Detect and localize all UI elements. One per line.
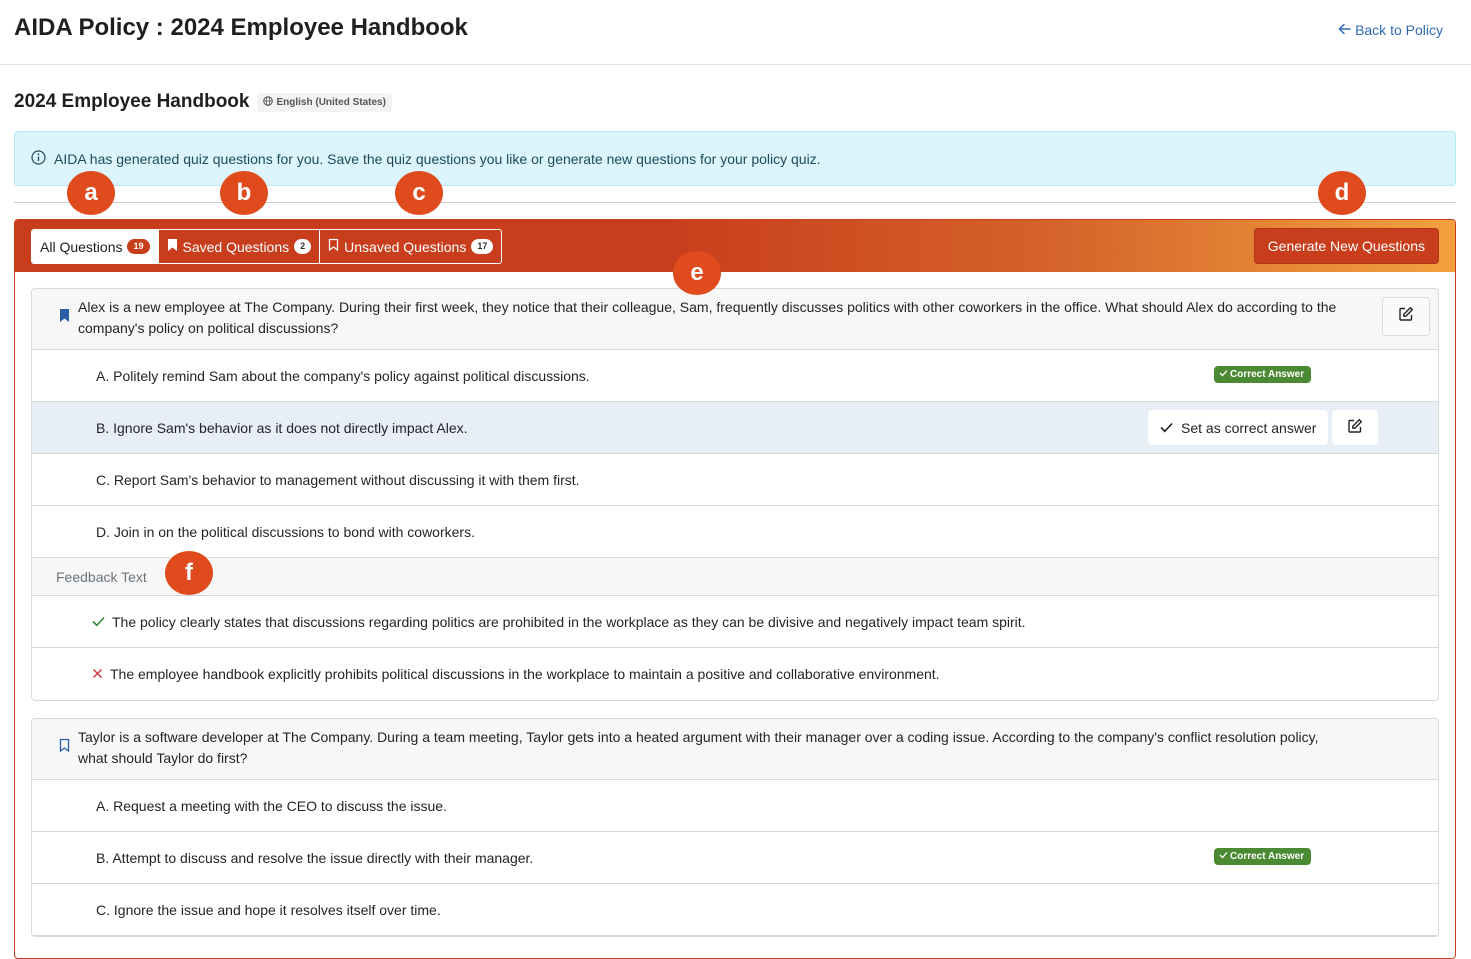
answer-text: D. Join in on the political discussions … [96, 523, 475, 540]
answer-option[interactable]: D. Join in on the political discussions … [32, 506, 1438, 558]
answer-option[interactable]: B. Ignore Sam's behavior as it does not … [32, 402, 1438, 454]
annotation-marker-e: e [673, 251, 721, 295]
bookmark-saved-icon[interactable] [59, 308, 70, 329]
page-title: AIDA Policy : 2024 Employee Handbook [14, 14, 468, 41]
feedback-correct-text: The policy clearly states that discussio… [112, 613, 1026, 630]
tab-label: Saved Questions [182, 238, 290, 255]
answer-text: C. Ignore the issue and hope it resolves… [96, 901, 441, 918]
correct-answer-label: Correct Answer [1230, 851, 1305, 862]
feedback-text-label: Feedback Text [32, 558, 1438, 596]
question-text: Alex is a new employee at The Company. D… [78, 299, 1337, 336]
question-card: Alex is a new employee at The Company. D… [31, 288, 1439, 701]
answer-text: B. Ignore Sam's behavior as it does not … [96, 419, 468, 436]
document-title: 2024 Employee Handbook [14, 91, 250, 112]
check-icon [1219, 851, 1228, 862]
answer-option[interactable]: A. Request a meeting with the CEO to dis… [32, 780, 1438, 832]
panel-toolbar: All Questions 19 Saved Questions 2 Unsav… [15, 220, 1455, 272]
language-label: English (United States) [276, 96, 386, 108]
tab-label: All Questions [40, 238, 123, 255]
answer-option[interactable]: B. Attempt to discuss and resolve the is… [32, 832, 1438, 884]
answer-text: A. Request a meeting with the CEO to dis… [96, 797, 447, 814]
questions-panel: All Questions 19 Saved Questions 2 Unsav… [14, 219, 1456, 959]
edit-icon [1398, 306, 1414, 328]
count-badge: 17 [471, 239, 494, 254]
annotation-marker-d: d [1318, 171, 1366, 215]
tab-saved-questions[interactable]: Saved Questions 2 [159, 230, 321, 263]
info-text: AIDA has generated quiz questions for yo… [54, 150, 821, 167]
arrow-left-icon [1338, 22, 1351, 38]
answer-option[interactable]: C. Ignore the issue and hope it resolves… [32, 884, 1438, 936]
edit-icon [1347, 418, 1363, 437]
globe-icon [263, 95, 274, 109]
bookmark-filled-icon [167, 238, 178, 255]
answer-text: B. Attempt to discuss and resolve the is… [96, 849, 534, 866]
edit-question-button[interactable] [1382, 297, 1430, 336]
question-card: Taylor is a software developer at The Co… [31, 718, 1439, 937]
correct-answer-badge: Correct Answer [1214, 366, 1312, 383]
back-to-policy-link[interactable]: Back to Policy [1338, 22, 1443, 38]
answer-option[interactable]: A. Politely remind Sam about the company… [32, 350, 1438, 402]
x-icon [92, 666, 103, 682]
language-badge: English (United States) [257, 92, 392, 112]
count-badge: 2 [294, 239, 312, 254]
check-icon [1160, 420, 1173, 436]
answer-option[interactable]: C. Report Sam's behavior to management w… [32, 454, 1438, 506]
check-icon [92, 614, 105, 630]
question-header: Taylor is a software developer at The Co… [32, 719, 1438, 780]
feedback-incorrect: The employee handbook explicitly prohibi… [32, 648, 1438, 700]
generate-new-questions-button[interactable]: Generate New Questions [1253, 228, 1439, 264]
question-filter-tabs: All Questions 19 Saved Questions 2 Unsav… [31, 229, 503, 264]
set-as-correct-answer-button[interactable]: Set as correct answer [1148, 410, 1329, 445]
back-link-label: Back to Policy [1355, 22, 1443, 38]
question-header: Alex is a new employee at The Company. D… [32, 289, 1438, 350]
edit-answer-button[interactable] [1332, 410, 1378, 445]
tab-all-questions[interactable]: All Questions 19 [32, 230, 159, 263]
feedback-incorrect-text: The employee handbook explicitly prohibi… [110, 666, 940, 682]
annotation-marker-a: a [67, 171, 115, 215]
annotation-marker-b: b [220, 171, 268, 215]
question-text: Taylor is a software developer at The Co… [78, 729, 1319, 766]
top-bar: AIDA Policy : 2024 Employee Handbook Bac… [0, 0, 1471, 65]
answer-text: A. Politely remind Sam about the company… [96, 367, 590, 384]
bookmark-outline-icon [328, 238, 339, 255]
document-header: 2024 Employee Handbook English (United S… [14, 91, 392, 113]
bookmark-unsaved-icon[interactable] [59, 738, 70, 759]
annotation-marker-f: f [165, 551, 213, 595]
annotation-marker-c: c [395, 171, 443, 215]
info-icon [31, 149, 46, 168]
feedback-correct: The policy clearly states that discussio… [32, 596, 1438, 648]
correct-answer-label: Correct Answer [1230, 369, 1305, 380]
set-correct-label: Set as correct answer [1181, 419, 1317, 436]
answer-text: C. Report Sam's behavior to management w… [96, 471, 580, 488]
tab-label: Unsaved Questions [344, 238, 467, 255]
check-icon [1219, 369, 1228, 380]
correct-answer-badge: Correct Answer [1214, 848, 1312, 865]
count-badge: 19 [127, 239, 150, 254]
tab-unsaved-questions[interactable]: Unsaved Questions 17 [320, 230, 501, 263]
